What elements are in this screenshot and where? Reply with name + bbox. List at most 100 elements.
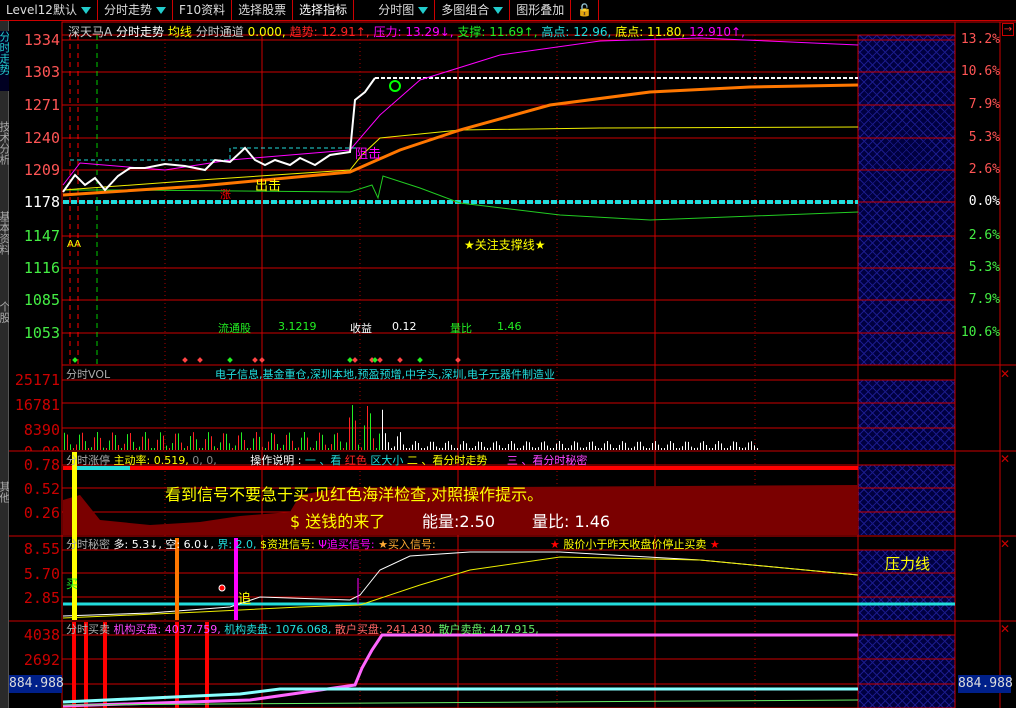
expand-icon[interactable]: →	[1002, 23, 1014, 36]
volume-bar	[676, 448, 677, 450]
volume-bar	[640, 441, 641, 450]
volume-bar	[700, 442, 701, 450]
retail-buy: 散户买盘: 241.430,	[334, 623, 436, 636]
fund-signal: $资进信号:	[260, 538, 315, 551]
volume-bar	[637, 441, 638, 450]
volume-bar	[106, 448, 107, 450]
volume-bar	[553, 448, 554, 450]
secret-header: 分时秘密 多: 5.3↓, 空: 6.0↓, 界: 2.0, $资进信号: Ψ追…	[66, 536, 436, 552]
active-rate: 主动率: 0.519,	[113, 454, 189, 467]
volume-bar	[73, 448, 74, 450]
axis-label: 0.78	[23, 456, 60, 474]
volume-bar	[631, 448, 632, 450]
volume-bar	[202, 448, 203, 450]
money-signal: $ 送钱的来了	[290, 512, 386, 531]
volume-bar	[532, 447, 533, 450]
volume-bar	[259, 436, 260, 450]
volume-bar	[730, 445, 731, 450]
close-icon[interactable]: ✕	[1000, 452, 1010, 466]
ratio-label: 量比	[450, 322, 472, 335]
volume-bar	[286, 434, 287, 450]
volume-bar	[622, 441, 623, 450]
volume-bar	[217, 448, 218, 450]
axis-label: 8.55	[23, 540, 60, 558]
volume-bar	[316, 440, 317, 450]
close-icon[interactable]: ✕	[1000, 622, 1010, 636]
volume-bar	[148, 438, 149, 450]
volume-bar	[352, 405, 353, 450]
volume-bar	[748, 442, 749, 450]
volume-bar	[649, 448, 650, 450]
volume-bar	[718, 441, 719, 450]
volume-bar	[313, 448, 314, 450]
signal-dot	[197, 357, 203, 363]
support-value: 支撑: 11.69↑,	[457, 25, 538, 39]
volume-bar	[451, 444, 452, 450]
signal-aa: AA	[67, 239, 81, 250]
volume-bar	[484, 446, 485, 450]
percent-axis-label: 13.2%	[960, 32, 1000, 47]
volume-bar	[427, 446, 428, 450]
volume-bar	[418, 442, 419, 450]
volume-bar	[160, 432, 161, 450]
volume-bar	[559, 441, 560, 450]
volume-bar	[211, 436, 212, 450]
volume-bar	[538, 447, 539, 450]
percent-axis-label: 10.6%	[960, 325, 1000, 340]
volume-bar	[574, 441, 575, 450]
white-secret-line	[62, 551, 859, 617]
chart-canvas[interactable]	[0, 0, 1016, 708]
volume-bar	[109, 440, 110, 450]
volume-bar	[208, 432, 209, 450]
boundary-value: 界: 2.0,	[217, 538, 257, 551]
signal-zhang: 涨	[220, 188, 231, 201]
volume-bar	[265, 448, 266, 450]
volume-bar	[196, 439, 197, 450]
volume-bar	[346, 442, 347, 450]
stock-name: 深天马A	[68, 25, 113, 39]
energy-value: 能量:2.50	[422, 512, 496, 531]
volume-bar	[310, 447, 311, 450]
close-icon[interactable]: ✕	[1000, 537, 1010, 551]
volume-bar	[661, 448, 662, 450]
volume-bar	[571, 445, 572, 450]
volume-bar	[457, 448, 458, 450]
volume-bar	[472, 448, 473, 450]
volume-bar	[652, 443, 653, 450]
axis-label: 5.70	[23, 565, 60, 583]
signal-dot	[397, 357, 403, 363]
volume-bar	[406, 448, 407, 450]
channel-value: 0.000,	[247, 25, 286, 39]
vol-title: 分时VOL	[66, 368, 111, 381]
price-axis-label: 1053	[23, 324, 60, 342]
signal-dot	[347, 357, 353, 363]
volume-bar	[115, 435, 116, 450]
buy-marker: 买	[66, 577, 79, 591]
volume-bar	[121, 448, 122, 450]
percent-axis-label: 7.9%	[968, 97, 1000, 112]
volume-bar	[274, 434, 275, 450]
zt-title: 分时涨停	[66, 454, 110, 467]
close-icon[interactable]: ✕	[1000, 367, 1010, 381]
volume-bar	[610, 444, 611, 450]
axis-label: 8390	[23, 421, 60, 439]
volume-bar	[193, 432, 194, 450]
volume-bar	[280, 448, 281, 450]
volume-bar	[151, 448, 152, 450]
volume-bar	[373, 438, 374, 450]
volume-bar	[667, 444, 668, 450]
volume-bar	[163, 435, 164, 450]
extra-value: 12.910↑,	[689, 25, 745, 39]
yellow-line	[62, 126, 859, 191]
volume-bar	[727, 448, 728, 450]
panel-border	[61, 21, 956, 366]
magenta-line	[62, 37, 859, 186]
volume-bar	[634, 446, 635, 450]
percent-axis-label: 5.3%	[968, 260, 1000, 275]
volume-bar	[595, 445, 596, 450]
price-axis-label: 1334	[23, 31, 60, 49]
guide-1: 一 、看	[304, 454, 342, 467]
volume-bar	[385, 433, 386, 450]
volume-bar	[547, 445, 548, 450]
volume-bar	[154, 448, 155, 450]
